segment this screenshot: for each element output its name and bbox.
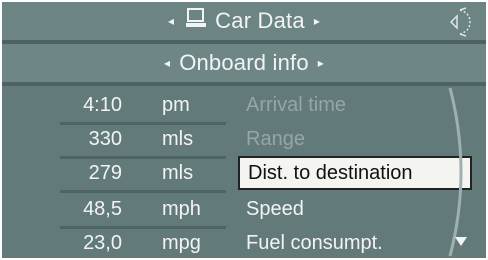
left-arrow-icon[interactable]: ◂: [164, 57, 170, 69]
selection-highlight[interactable]: Dist. to destination: [238, 156, 472, 190]
item-unit: pm: [162, 94, 190, 116]
item-unit: mls: [162, 128, 194, 150]
item-label: Arrival time: [246, 94, 347, 116]
item-unit: mph: [162, 198, 201, 220]
info-list: 4:10 pm Arrival time 330 mls Range 279 m…: [2, 86, 486, 258]
list-item[interactable]: 23,0 mpg Fuel consumpt.: [2, 226, 486, 258]
computer-icon: [185, 7, 207, 35]
right-arrow-icon[interactable]: ▸: [318, 57, 324, 69]
list-item[interactable]: 330 mls Range: [2, 122, 486, 156]
header-title: Car Data: [215, 8, 305, 33]
scroll-arc-icon: [448, 87, 463, 257]
header-bar[interactable]: ◂ Car Data ▸: [2, 2, 486, 40]
controller-nav-icon[interactable]: [446, 7, 474, 42]
scroll-down-icon[interactable]: [454, 234, 468, 253]
item-value: 279: [88, 162, 122, 184]
list-item-selected[interactable]: 279 mls Dist. to destination: [2, 156, 486, 190]
item-value: 23,0: [83, 232, 122, 254]
item-label: Fuel consumpt.: [246, 232, 383, 254]
item-value: 48,5: [83, 198, 122, 220]
subheader-bar[interactable]: ◂ Onboard info ▸: [2, 44, 486, 82]
item-label: Dist. to destination: [248, 162, 413, 184]
list-item[interactable]: 48,5 mph Speed: [2, 192, 486, 226]
subheader-title: Onboard info: [179, 50, 309, 75]
left-arrow-icon[interactable]: ◂: [168, 15, 174, 27]
right-arrow-icon[interactable]: ▸: [314, 15, 320, 27]
item-label: Range: [246, 128, 305, 150]
list-item[interactable]: 4:10 pm Arrival time: [2, 88, 486, 122]
item-value: 330: [88, 128, 122, 150]
screen: ◂ Car Data ▸ ◂ Onboard info ▸ 4:10 pm Ar…: [2, 2, 486, 258]
item-unit: mls: [162, 162, 194, 184]
item-value: 4:10: [83, 94, 122, 116]
item-unit: mpg: [162, 232, 201, 254]
item-label: Speed: [246, 198, 304, 220]
